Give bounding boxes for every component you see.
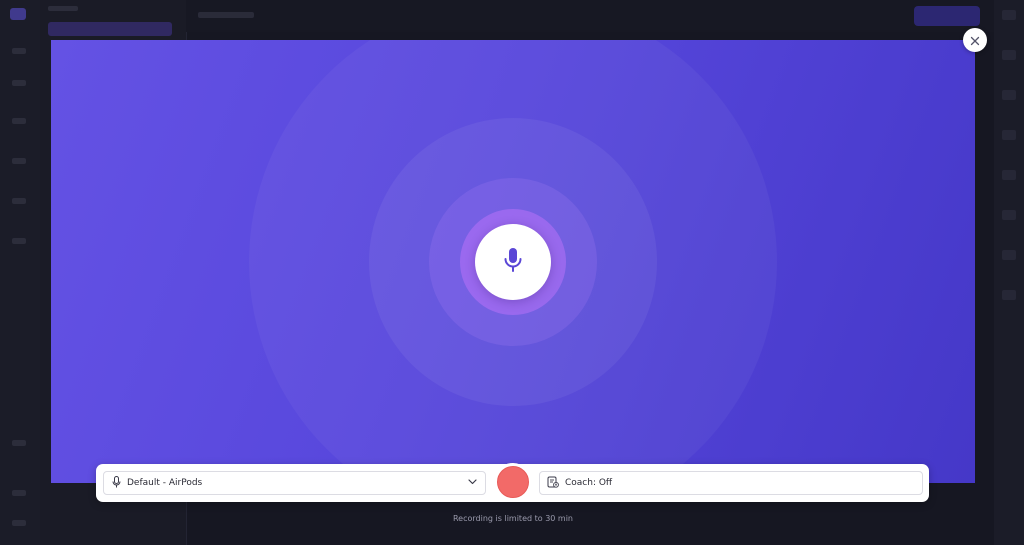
close-button[interactable]: [963, 28, 987, 52]
panel-label: [48, 6, 78, 11]
export-button-ghost: [914, 6, 980, 26]
coach-icon: [547, 476, 559, 491]
rail-item: [1002, 130, 1016, 140]
record-indicator: [497, 466, 529, 498]
rail-item: [12, 198, 26, 204]
rail-item: [12, 158, 26, 164]
microphone-indicator: [475, 224, 551, 300]
microphone-icon: [503, 247, 523, 277]
recording-limit-note: Recording is limited to 30 min: [452, 514, 573, 523]
coach-toggle[interactable]: Coach: Off: [539, 471, 923, 495]
rail-item: [1002, 290, 1016, 300]
background-left-rail: [0, 0, 40, 545]
microphone-select[interactable]: Default - AirPods: [103, 471, 486, 495]
background-top-bar: [186, 0, 994, 32]
close-icon: [970, 31, 980, 50]
rail-item: [1002, 170, 1016, 180]
rail-item: [1002, 250, 1016, 260]
rail-item: [12, 238, 26, 244]
panel-highlight: [48, 22, 172, 36]
background-right-rail: [994, 0, 1024, 545]
app-logo: [10, 8, 26, 20]
record-button[interactable]: [494, 463, 532, 501]
coach-label: Coach: Off: [565, 478, 613, 488]
rail-item: [12, 440, 26, 446]
recording-stage: [51, 40, 975, 483]
project-title-ghost: [198, 12, 254, 18]
rail-item: [12, 80, 26, 86]
rail-item: [1002, 50, 1016, 60]
rail-item: [1002, 10, 1016, 20]
rail-item: [12, 490, 26, 496]
chevron-down-icon: [468, 478, 477, 488]
rail-item: [1002, 90, 1016, 100]
rail-item: [12, 48, 26, 54]
microphone-select-value: Default - AirPods: [127, 478, 203, 488]
rail-item: [12, 118, 26, 124]
app-window: Default - AirPods Coach: Off Recording i…: [0, 0, 1024, 545]
rail-item: [1002, 210, 1016, 220]
microphone-small-icon: [112, 475, 121, 491]
